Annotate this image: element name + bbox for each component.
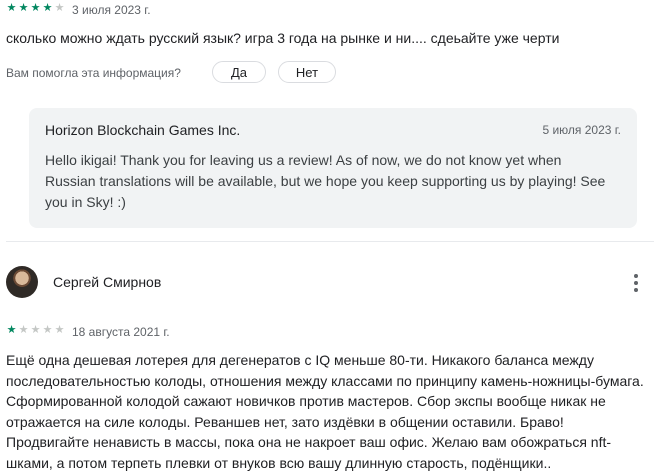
helpful-no-button[interactable]: Нет	[278, 61, 336, 83]
divider	[6, 241, 654, 242]
review-date: 3 июля 2023 г.	[72, 3, 151, 17]
review-date: 18 августа 2021 г.	[72, 325, 170, 339]
helpful-yes-button[interactable]: Да	[212, 61, 266, 83]
author-name: Сергей Смирнов	[53, 274, 162, 290]
star-icon: ★	[54, 324, 65, 336]
star-icon: ★	[18, 2, 29, 14]
helpful-question: Вам помогла эта информация?	[6, 66, 181, 80]
star-icon: ★	[6, 324, 17, 336]
avatar	[6, 266, 38, 298]
developer-name: Horizon Blockchain Games Inc.	[45, 122, 241, 138]
star-icon: ★	[54, 2, 65, 14]
star-icon: ★	[18, 324, 29, 336]
review-text: Ещё одна дешевая лотерея для дегенератов…	[6, 352, 644, 471]
star-icon: ★	[30, 2, 41, 14]
rating-stars: ★ ★ ★ ★ ★	[6, 3, 65, 14]
star-icon: ★	[42, 324, 53, 336]
star-icon: ★	[42, 2, 53, 14]
more-vert-icon[interactable]	[624, 271, 648, 295]
developer-reply: Horizon Blockchain Games Inc. 5 июля 202…	[29, 108, 637, 228]
review-text: сколько можно ждать русский язык? игра 3…	[6, 30, 560, 46]
reply-date: 5 июля 2023 г.	[542, 123, 621, 137]
reply-text: Hello ikigai! Thank you for leaving us a…	[45, 152, 606, 210]
rating-stars: ★ ★ ★ ★ ★	[6, 325, 65, 336]
star-icon: ★	[6, 2, 17, 14]
star-icon: ★	[30, 324, 41, 336]
